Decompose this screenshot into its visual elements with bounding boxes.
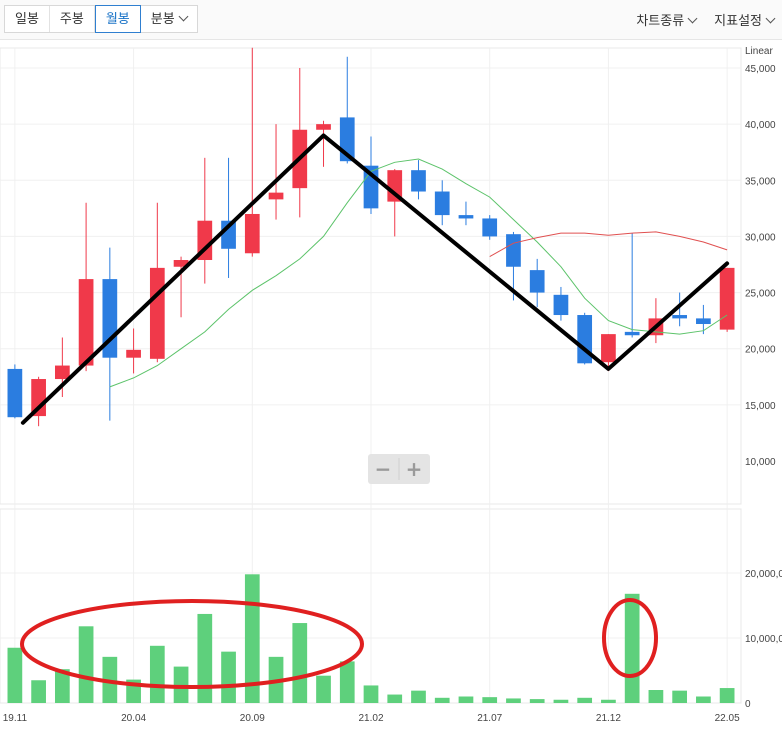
candle-body xyxy=(624,331,640,336)
toolbar-right-menu: 차트종류 지표설정 xyxy=(636,10,776,29)
volume-bar xyxy=(173,666,189,703)
period-button-3[interactable]: 분봉 xyxy=(141,6,197,32)
time-tick-label: 21.07 xyxy=(477,713,502,724)
price-tick-label: 40,000 xyxy=(745,120,776,131)
chart-type-label: 차트종류 xyxy=(636,13,685,28)
period-button-2[interactable]: 월봉 xyxy=(94,5,141,33)
candle-body xyxy=(244,213,260,254)
zoom-out-button[interactable]: − xyxy=(375,457,392,481)
volume-bar xyxy=(624,593,640,703)
volume-bar xyxy=(719,688,735,703)
volume-tick-label: 0 xyxy=(745,699,751,710)
stock-chart[interactable]: 10,000 15,000 20,000 25,000 30,000 35,000 40,0… xyxy=(0,40,782,729)
volume-tick-label: 10,000,0 xyxy=(745,634,782,645)
chevron-down-icon xyxy=(687,13,698,24)
candle-body xyxy=(78,279,94,366)
candle-body xyxy=(316,124,331,130)
candle-body xyxy=(696,318,711,325)
period-label: 분봉 xyxy=(150,11,175,26)
candle-body xyxy=(268,192,284,200)
candle-body xyxy=(54,365,70,380)
candle-body xyxy=(506,234,521,267)
zoom-in-button[interactable]: + xyxy=(406,457,423,481)
candle-body xyxy=(434,191,450,216)
volume-bar xyxy=(411,690,426,703)
volume-bar xyxy=(339,661,355,703)
indicator-settings-label: 지표설정 xyxy=(714,13,762,28)
candle-body xyxy=(529,270,545,293)
price-tick-label: 30,000 xyxy=(745,232,776,243)
candle-body xyxy=(411,170,426,192)
candle-body xyxy=(553,294,569,316)
volume-bar xyxy=(577,697,593,703)
price-tick-label: 35,000 xyxy=(745,176,776,187)
scale-label: Linear xyxy=(745,46,773,57)
zoom-control[interactable]: − + xyxy=(368,454,430,484)
volume-bar xyxy=(31,680,46,703)
period-button-1[interactable]: 주봉 xyxy=(50,6,95,32)
candle-body xyxy=(601,334,616,363)
volume-bar xyxy=(601,699,616,703)
candle-body xyxy=(149,267,165,359)
volume-bar xyxy=(7,647,23,703)
indicator-settings-menu[interactable]: 지표설정 xyxy=(714,10,776,29)
period-button-0[interactable]: 일봉 xyxy=(5,6,50,32)
chevron-down-icon xyxy=(178,11,189,22)
candle-body xyxy=(7,368,23,418)
period-selector: 일봉 주봉 월봉 분봉 xyxy=(4,5,198,33)
volume-bar xyxy=(197,613,213,703)
volume-bar xyxy=(482,697,498,703)
volume-bar xyxy=(506,698,521,703)
volume-bar xyxy=(387,694,403,703)
volume-bar xyxy=(648,690,664,703)
candle-body xyxy=(482,218,498,237)
volume-bar xyxy=(78,626,94,703)
price-tick-label: 10,000 xyxy=(745,457,776,468)
price-tick-label: 45,000 xyxy=(745,64,776,75)
time-tick-label: 19.11 xyxy=(3,713,28,724)
price-tick-label: 15,000 xyxy=(745,401,776,412)
price-tick-label: 20,000 xyxy=(745,345,776,356)
period-label: 일봉 xyxy=(15,11,39,26)
chart-type-menu[interactable]: 차트종류 xyxy=(636,10,698,29)
time-tick-label: 21.12 xyxy=(596,713,621,724)
volume-bar xyxy=(149,645,165,703)
period-label: 월봉 xyxy=(105,11,130,26)
chart-toolbar: 일봉 주봉 월봉 분봉 차트종류 지표설정 xyxy=(0,0,782,40)
time-tick-label: 21.02 xyxy=(358,713,383,724)
candle-body xyxy=(672,315,688,319)
chevron-down-icon xyxy=(765,13,776,24)
volume-tick-label: 20,000,0 xyxy=(745,569,782,580)
time-tick-label: 20.04 xyxy=(121,713,146,724)
candle-body xyxy=(719,267,735,330)
volume-bar xyxy=(221,651,236,703)
period-label: 주봉 xyxy=(59,11,84,26)
volume-bar xyxy=(316,675,331,703)
time-tick-label: 22.05 xyxy=(715,713,740,724)
volume-bar xyxy=(672,690,688,703)
volume-bar xyxy=(696,696,711,703)
candle-body xyxy=(126,349,141,358)
price-tick-label: 25,000 xyxy=(745,289,776,300)
volume-bar xyxy=(292,623,308,703)
time-tick-label: 20.09 xyxy=(240,713,265,724)
candle-body xyxy=(458,215,474,219)
volume-bar xyxy=(458,696,474,703)
volume-bar xyxy=(434,697,450,703)
volume-bar xyxy=(529,699,545,703)
volume-bar xyxy=(553,699,569,703)
volume-bar xyxy=(363,685,379,703)
